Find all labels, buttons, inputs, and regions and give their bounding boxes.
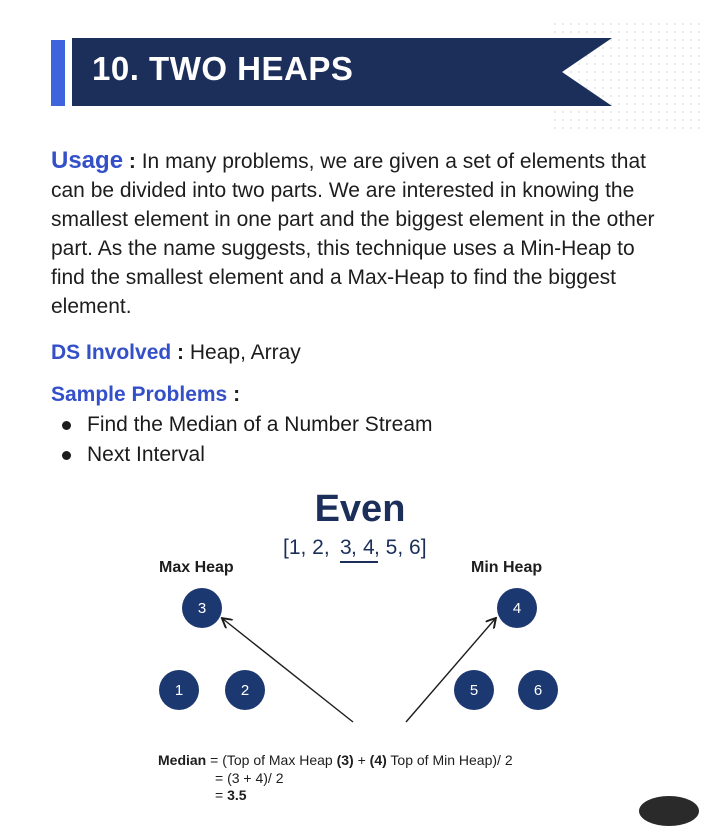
formula-max-value: (3) xyxy=(336,752,354,768)
formula-equals: = xyxy=(215,787,228,803)
formula-text: = (Top of Max Heap xyxy=(206,752,337,768)
formula-text-end: Top of Min Heap)/ 2 xyxy=(386,752,513,768)
arrow-to-min-heap xyxy=(405,619,495,723)
median-formula-line1: Median = (Top of Max Heap (3) + (4) Top … xyxy=(158,752,513,768)
arrow-to-max-heap xyxy=(223,619,354,723)
median-formula-line2: = (3 + 4)/ 2 xyxy=(215,770,284,786)
corner-decoration xyxy=(639,796,699,826)
median-formula-line3: = 3.5 xyxy=(215,787,247,803)
formula-min-value: (4) xyxy=(369,752,387,768)
formula-plus: + xyxy=(353,752,370,768)
heap-arrows xyxy=(0,0,709,723)
median-result: 3.5 xyxy=(227,787,247,803)
median-label: Median xyxy=(158,752,207,768)
